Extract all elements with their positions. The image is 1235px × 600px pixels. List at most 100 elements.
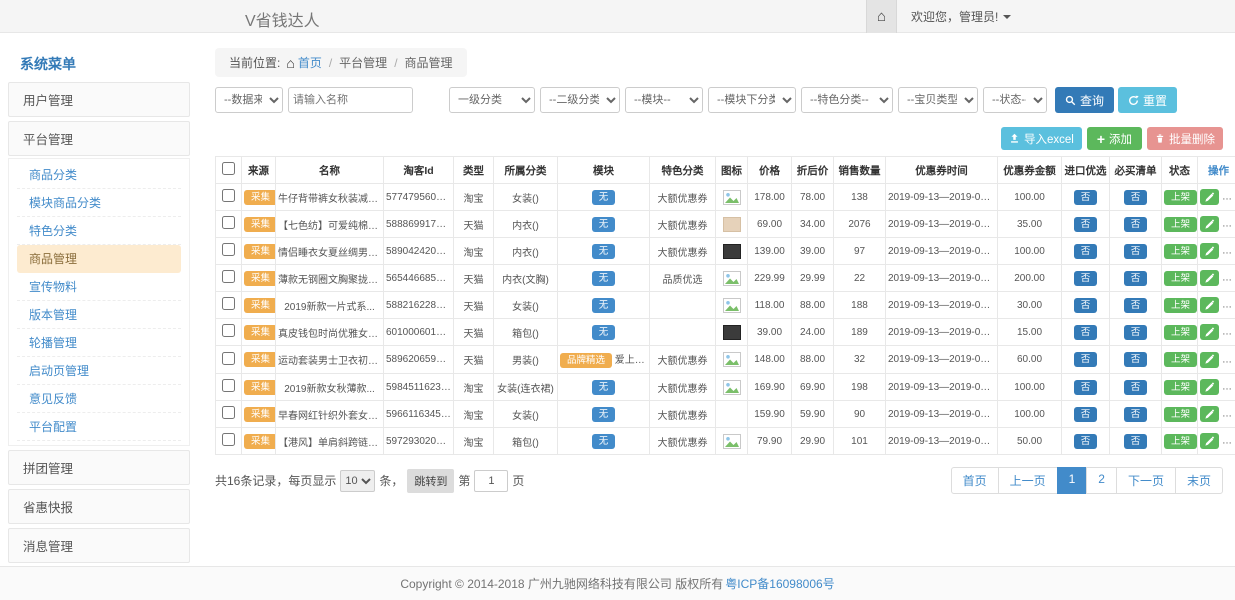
status-toggle[interactable]: 上架: [1164, 298, 1197, 313]
status-toggle[interactable]: 上架: [1164, 407, 1197, 422]
status-toggle[interactable]: 上架: [1164, 217, 1197, 232]
import-select-toggle[interactable]: 否: [1074, 407, 1098, 422]
row-checkbox[interactable]: [222, 243, 235, 256]
row-checkbox[interactable]: [222, 297, 235, 310]
discount-price-cell: 88.00: [792, 292, 834, 319]
row-checkbox[interactable]: [222, 324, 235, 337]
name-search-input[interactable]: [288, 87, 413, 113]
filter-select-5[interactable]: --特色分类--: [801, 87, 893, 113]
page-button-上一页[interactable]: 上一页: [998, 467, 1058, 494]
row-checkbox[interactable]: [222, 189, 235, 202]
edit-button[interactable]: [1200, 379, 1219, 395]
filter-select-4[interactable]: --模块下分类--: [708, 87, 796, 113]
edit-pencil-icon: [1204, 354, 1215, 365]
edit-button[interactable]: [1200, 216, 1219, 232]
status-toggle[interactable]: 上架: [1164, 190, 1197, 205]
edit-button[interactable]: [1200, 297, 1219, 313]
status-toggle[interactable]: 上架: [1164, 325, 1197, 340]
home-button[interactable]: ⌂: [866, 0, 897, 33]
reset-button[interactable]: 重置: [1118, 87, 1177, 113]
status-toggle[interactable]: 上架: [1164, 434, 1197, 449]
icp-link[interactable]: 粤ICP备16098006号: [725, 575, 834, 592]
row-checkbox[interactable]: [222, 406, 235, 419]
user-menu[interactable]: 欢迎您，管理员!: [897, 0, 1025, 33]
import-select-toggle[interactable]: 否: [1074, 380, 1098, 395]
sidebar-item-1-4[interactable]: 宣传物料: [17, 273, 181, 301]
batch-delete-button[interactable]: 批量删除: [1147, 127, 1223, 150]
must-buy-toggle[interactable]: 否: [1124, 352, 1148, 367]
sidebar-item-1-8[interactable]: 意见反馈: [17, 385, 181, 413]
must-buy-toggle[interactable]: 否: [1124, 217, 1148, 232]
sidebar-item-1-2[interactable]: 特色分类: [17, 217, 181, 245]
import-select-toggle[interactable]: 否: [1074, 190, 1098, 205]
sidebar-item-1-0[interactable]: 商品分类: [17, 161, 181, 189]
page-button-首页[interactable]: 首页: [951, 467, 999, 494]
select-all-checkbox[interactable]: [222, 162, 235, 175]
page-button-1[interactable]: 1: [1057, 467, 1088, 494]
edit-button[interactable]: [1200, 406, 1219, 422]
edit-button[interactable]: [1200, 324, 1219, 340]
row-checkbox[interactable]: [222, 379, 235, 392]
jump-button[interactable]: 跳转到: [407, 469, 454, 493]
import-select-toggle[interactable]: 否: [1074, 271, 1098, 286]
welcome-text: 欢迎您，管理员!: [911, 8, 998, 25]
must-buy-toggle[interactable]: 否: [1124, 244, 1148, 259]
must-buy-toggle[interactable]: 否: [1124, 407, 1148, 422]
sidebar-group-4[interactable]: 消息管理: [8, 528, 190, 563]
add-button[interactable]: + 添加: [1087, 127, 1142, 150]
must-buy-toggle[interactable]: 否: [1124, 271, 1148, 286]
must-buy-toggle[interactable]: 否: [1124, 434, 1148, 449]
must-buy-toggle[interactable]: 否: [1124, 190, 1148, 205]
edit-button[interactable]: [1200, 243, 1219, 259]
sidebar-item-1-3[interactable]: 商品管理: [17, 245, 181, 273]
import-select-toggle[interactable]: 否: [1074, 244, 1098, 259]
import-select-toggle[interactable]: 否: [1074, 352, 1098, 367]
sidebar-group-1[interactable]: 平台管理: [8, 121, 190, 156]
status-toggle[interactable]: 上架: [1164, 271, 1197, 286]
page-number-input[interactable]: [474, 470, 508, 492]
sidebar-item-1-1[interactable]: 模块商品分类: [17, 189, 181, 217]
import-select-toggle[interactable]: 否: [1074, 325, 1098, 340]
operations-cell: [1198, 428, 1235, 455]
filter-select-2[interactable]: --二级分类--: [540, 87, 620, 113]
import-select-toggle[interactable]: 否: [1074, 434, 1098, 449]
edit-button[interactable]: [1200, 352, 1219, 368]
row-checkbox[interactable]: [222, 216, 235, 229]
status-toggle[interactable]: 上架: [1164, 380, 1197, 395]
sidebar-item-1-9[interactable]: 平台配置: [17, 413, 181, 441]
search-button[interactable]: 查询: [1055, 87, 1114, 113]
import-excel-button[interactable]: 导入excel: [1001, 127, 1082, 150]
status-toggle[interactable]: 上架: [1164, 244, 1197, 259]
filter-select-1[interactable]: 一级分类: [449, 87, 535, 113]
type-cell: 天猫: [454, 292, 494, 319]
row-checkbox[interactable]: [222, 270, 235, 283]
edit-button[interactable]: [1200, 433, 1219, 449]
filter-select-6[interactable]: --宝贝类型--: [898, 87, 978, 113]
page-button-下一页[interactable]: 下一页: [1116, 467, 1176, 494]
filter-select-7[interactable]: --状态--: [983, 87, 1047, 113]
row-checkbox[interactable]: [222, 352, 235, 365]
sidebar-item-1-5[interactable]: 版本管理: [17, 301, 181, 329]
must-buy-toggle[interactable]: 否: [1124, 380, 1148, 395]
filter-select-0[interactable]: --数据来源--: [215, 87, 283, 113]
import-select-toggle[interactable]: 否: [1074, 217, 1098, 232]
page-button-2[interactable]: 2: [1086, 467, 1117, 494]
breadcrumb-item-0[interactable]: 首页: [298, 54, 322, 71]
import-select-toggle[interactable]: 否: [1074, 298, 1098, 313]
per-page-select[interactable]: 10: [340, 470, 375, 492]
must-buy-toggle[interactable]: 否: [1124, 298, 1148, 313]
edit-button[interactable]: [1200, 270, 1219, 286]
goods-table: 来源名称淘客Id类型所属分类模块特色分类图标价格折后价销售数量优惠券时间优惠券金…: [215, 156, 1235, 455]
status-toggle[interactable]: 上架: [1164, 352, 1197, 367]
module-none-badge: 无: [592, 190, 616, 205]
sidebar-group-0[interactable]: 用户管理: [8, 82, 190, 117]
sidebar-group-2[interactable]: 拼团管理: [8, 450, 190, 485]
filter-select-3[interactable]: --模块--: [625, 87, 703, 113]
sidebar-item-1-7[interactable]: 启动页管理: [17, 357, 181, 385]
page-button-末页[interactable]: 末页: [1175, 467, 1223, 494]
edit-button[interactable]: [1200, 189, 1219, 205]
sidebar-item-1-6[interactable]: 轮播管理: [17, 329, 181, 357]
row-checkbox[interactable]: [222, 433, 235, 446]
must-buy-toggle[interactable]: 否: [1124, 325, 1148, 340]
sidebar-group-3[interactable]: 省惠快报: [8, 489, 190, 524]
